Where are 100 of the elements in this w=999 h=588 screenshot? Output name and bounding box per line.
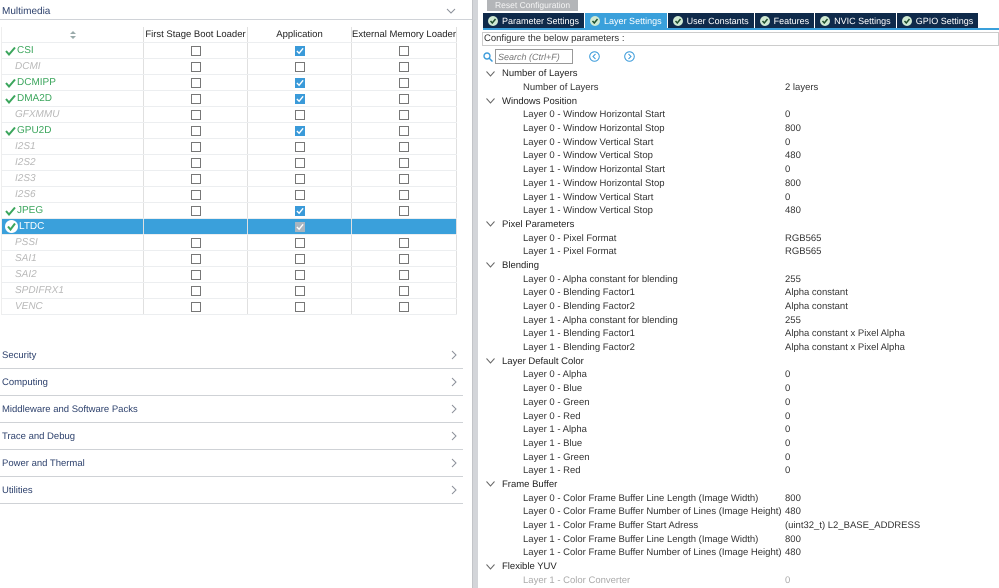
parameter-label[interactable]: Layer 0 - Window Vertical Stop [478, 150, 785, 162]
group-header[interactable]: Windows Position [478, 94, 999, 108]
checkbox[interactable] [190, 286, 200, 296]
parameter-label[interactable]: Layer 0 - Blending Factor2 [478, 301, 785, 312]
previous-button[interactable] [589, 51, 600, 62]
parameter-label[interactable]: Layer 1 - Blue [478, 438, 785, 449]
parameter-label[interactable]: Layer 0 - Window Horizontal Stop [478, 123, 785, 134]
checkbox[interactable] [399, 270, 409, 280]
parameter-label[interactable]: Layer 1 - Window Vertical Start [478, 192, 785, 203]
checkbox[interactable] [294, 158, 304, 168]
group-header[interactable]: Layer Default Color [478, 354, 999, 368]
next-button[interactable] [624, 51, 635, 62]
parameter-label[interactable]: Layer 0 - Window Horizontal Start [478, 109, 785, 120]
checkbox[interactable] [294, 110, 304, 120]
group-header[interactable]: Blending [478, 258, 999, 272]
checkbox[interactable] [294, 142, 304, 152]
checkbox[interactable] [294, 238, 304, 248]
parameter-label[interactable]: Layer 1 - Green [478, 452, 785, 463]
parameter-label[interactable]: Layer 1 - Color Frame Buffer Start Adress [478, 520, 785, 532]
parameter-label[interactable]: Layer 1 - Window Horizontal Stop [478, 178, 785, 189]
checkbox[interactable] [399, 110, 409, 120]
checkbox[interactable] [399, 174, 409, 184]
checkbox[interactable] [399, 302, 409, 312]
parameter-label[interactable]: Layer 1 - Blending Factor2 [478, 342, 785, 354]
checkbox[interactable] [294, 302, 304, 312]
tab[interactable]: User Constants [668, 13, 754, 28]
checkbox[interactable] [190, 238, 200, 248]
category-header[interactable]: Security [0, 342, 463, 369]
checkbox[interactable] [399, 94, 409, 104]
checkbox[interactable] [294, 126, 304, 136]
checkbox[interactable] [190, 302, 200, 312]
checkbox[interactable] [399, 238, 409, 248]
category-header[interactable]: Middleware and Software Packs [0, 396, 463, 423]
category-header[interactable]: Trace and Debug [0, 423, 463, 450]
checkbox[interactable] [399, 206, 409, 216]
checkbox[interactable] [190, 254, 200, 264]
checkbox[interactable] [294, 46, 304, 56]
checkbox[interactable] [399, 46, 409, 56]
search-field[interactable]: Search (Ctrl+F) [495, 49, 573, 64]
tab[interactable]: Features [754, 13, 814, 28]
checkbox[interactable] [399, 190, 409, 200]
parameter-label[interactable]: Layer 1 - Color Frame Buffer Number of Lines (Image Height) [478, 547, 785, 558]
checkbox[interactable] [294, 62, 304, 72]
checkbox[interactable] [399, 126, 409, 136]
checkbox[interactable] [399, 286, 409, 296]
checkbox[interactable] [294, 222, 304, 232]
parameter-label[interactable]: Layer 0 - Red [478, 410, 785, 422]
parameter-label[interactable]: Layer 0 - Green [478, 396, 785, 408]
parameter-label[interactable]: Layer 0 - Color Frame Buffer Number of Lines (Image Height) [478, 506, 785, 518]
parameter-label[interactable]: Layer 0 - Blue [478, 383, 785, 394]
checkbox[interactable] [190, 94, 200, 104]
tab[interactable]: NVIC Settings [815, 13, 896, 28]
checkbox[interactable] [294, 94, 304, 104]
parameter-label[interactable]: Layer 1 - Blending Factor1 [478, 328, 785, 340]
parameter-label[interactable]: Layer 1 - Alpha constant for blending [478, 314, 785, 326]
checkbox[interactable] [294, 254, 304, 264]
parameter-label[interactable]: Layer 1 - Window Vertical Stop [478, 205, 785, 216]
checkbox[interactable] [190, 174, 200, 184]
checkbox[interactable] [190, 158, 200, 168]
checkbox[interactable] [190, 46, 200, 56]
checkbox[interactable] [399, 254, 409, 264]
checkbox[interactable] [294, 190, 304, 200]
checkbox[interactable] [190, 78, 200, 88]
checkbox[interactable] [190, 126, 200, 136]
parameter-label[interactable]: Layer 0 - Blending Factor1 [478, 287, 785, 298]
parameter-label[interactable]: Layer 1 - Window Horizontal Start [478, 164, 785, 176]
parameter-label[interactable]: Layer 1 - Alpha [478, 424, 785, 436]
tab[interactable]: Parameter Settings [483, 13, 584, 28]
group-header[interactable]: Flexible YUV [478, 560, 999, 574]
checkbox[interactable] [190, 190, 200, 200]
checkbox[interactable] [399, 62, 409, 72]
group-header[interactable]: Number of Layers [478, 67, 999, 81]
parameter-label[interactable]: Number of Layers [478, 82, 785, 94]
checkbox[interactable] [294, 286, 304, 296]
category-header[interactable]: Power and Thermal [0, 450, 463, 477]
category-header[interactable]: Utilities [0, 477, 463, 504]
parameter-label[interactable]: Layer 0 - Color Frame Buffer Line Length (Image Width) [478, 492, 785, 504]
group-header[interactable]: Pixel Parameters [478, 218, 999, 232]
parameter-label[interactable]: Layer 1 - Red [478, 465, 785, 476]
tab[interactable]: GPIO Settings [896, 13, 978, 28]
parameter-label[interactable]: Layer 0 - Window Vertical Start [478, 136, 785, 148]
group-header[interactable]: Frame Buffer [478, 478, 999, 492]
parameter-label[interactable]: Layer 0 - Pixel Format [478, 232, 785, 244]
checkbox[interactable] [190, 62, 200, 72]
checkbox[interactable] [190, 206, 200, 216]
checkbox[interactable] [294, 78, 304, 88]
category-header[interactable]: Computing [0, 369, 463, 396]
checkbox[interactable] [399, 78, 409, 88]
checkbox[interactable] [399, 142, 409, 152]
checkbox[interactable] [294, 174, 304, 184]
checkbox[interactable] [294, 206, 304, 216]
checkbox[interactable] [399, 158, 409, 168]
parameter-label[interactable]: Layer 1 - Color Frame Buffer Line Length (Image Width) [478, 534, 785, 545]
checkbox[interactable] [294, 270, 304, 280]
parameter-label[interactable]: Layer 0 - Alpha constant for blending [478, 274, 785, 285]
checkbox[interactable] [190, 142, 200, 152]
section-header[interactable]: Multimedia [0, 3, 472, 20]
checkbox[interactable] [190, 110, 200, 120]
parameter-label[interactable]: Layer 0 - Alpha [478, 369, 785, 380]
parameter-label[interactable]: Layer 1 - Pixel Format [478, 246, 785, 258]
